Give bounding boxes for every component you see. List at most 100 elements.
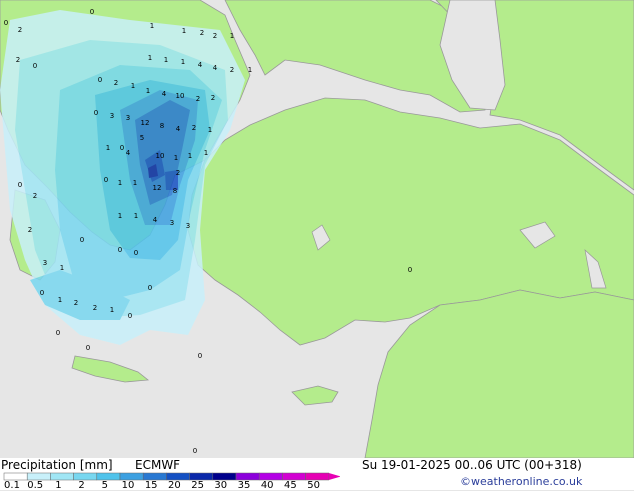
model-name: ECMWF [135,458,181,472]
map-value: 12 [153,184,162,192]
map-value: 1 [106,144,110,152]
color-scale-box [142,472,167,481]
map-value: 2 [74,299,78,307]
map-value: 1 [118,212,122,220]
credit: ©weatheronline.co.uk [460,475,583,488]
color-scale-tick: 0.5 [27,480,44,491]
map-value: 4 [162,90,167,98]
map-value: 2 [28,226,32,234]
map-value: 12 [141,119,150,127]
color-scale-tick: 2 [78,480,85,491]
color-scale-box [235,472,260,481]
map-value: 2 [16,56,20,64]
map-value: 3 [186,222,190,230]
map-value: 0 [98,76,102,84]
color-scale-box [3,472,28,481]
color-scale-tick: 10 [121,480,135,491]
map-value: 0 [4,19,8,27]
color-scale-box [166,472,190,481]
map-value: 0 [193,447,197,455]
map-value: 1 [148,54,152,62]
map-value: 4 [126,149,131,157]
color-scale-tick: 30 [214,480,228,491]
map-value: 1 [58,296,62,304]
color-scale-arrow [328,473,340,480]
map-value: 0 [134,249,138,257]
map-value: 10 [156,152,165,160]
map-value: 0 [118,246,122,254]
map-value: 1 [131,82,135,90]
map-value: 10 [176,92,185,100]
run-info: Su 19-01-2025 00..06 UTC (00+318) [362,458,582,472]
color-scale-boxes [3,472,340,481]
map-value: 1 [248,66,252,74]
map-value: 0 [128,312,132,320]
map-value: 2 [200,29,204,37]
map-value: 3 [110,112,114,120]
color-scale-box [212,472,237,481]
map-value: 1 [133,179,137,187]
map-value: 1 [146,87,150,95]
color-scale-box [73,472,98,481]
color-scale-tick: 35 [237,480,251,491]
map-value: 0 [18,181,22,189]
map-value: 1 [204,149,208,157]
color-scale-box [96,472,121,481]
map-value: 4 [176,125,181,133]
map-value: 8 [173,187,177,195]
map-value: 0 [40,289,44,297]
map-value: 0 [408,266,412,274]
color-scale-box [282,472,306,481]
map-value: 1 [164,56,168,64]
map-value: 0 [33,62,37,70]
color-scale-tick: 20 [168,480,181,491]
map-value: 2 [176,169,180,177]
map-value: 1 [188,152,192,160]
color-scale-tick: 1 [55,480,62,491]
map-value: 2 [18,26,22,34]
color-scale-tick: 0.1 [4,480,20,491]
precipitation-map: 1 1 2 2 1 0 2 0 2 0 1 1 1 4 4 2 1 0 2 1 … [0,0,634,458]
map-value: 2 [213,32,217,40]
color-scale-tick: 25 [191,480,204,491]
color-scale-tick: 5 [101,480,108,491]
map-value: 1 [150,22,154,30]
color-scale-box [258,472,283,481]
map-value: 1 [181,58,185,66]
map-value: 0 [104,176,108,184]
map-value: 0 [56,329,60,337]
map-value: 3 [43,259,47,267]
map-value: 0 [148,284,152,292]
map-value: 2 [192,124,196,132]
map-value: 1 [118,179,122,187]
map-value: 3 [126,114,130,122]
color-scale-box [189,472,214,481]
legend-footer: Precipitation [mm] ECMWF Su 19-01-2025 0… [0,458,634,491]
map-value: 8 [160,122,164,130]
map-value: 1 [134,212,138,220]
map-value: 2 [114,79,118,87]
color-scale-ticks: 0.1 0.5 1 2 5 10 15 20 25 30 35 40 45 50 [0,480,340,491]
map-value: 1 [182,27,186,35]
color-scale-tick: 50 [307,480,320,491]
color-scale-box [305,472,330,481]
color-scale-box [50,472,74,481]
map-value: 2 [93,304,97,312]
color-scale-tick: 45 [284,480,297,491]
color-scale-tick: 40 [260,480,274,491]
map-value: 0 [90,8,94,16]
map-value: 0 [86,344,90,352]
map-value: 0 [94,109,98,117]
map-value: 1 [110,306,114,314]
map-value: 5 [140,134,144,142]
map-value: 2 [196,95,200,103]
map-value: 0 [120,144,124,152]
color-scale-tick: 15 [144,480,158,491]
map-value: 4 [198,61,203,69]
map-value: 1 [174,154,178,162]
map-value: 1 [60,264,64,272]
map-value: 2 [230,66,234,74]
map-value: 1 [230,32,234,40]
legend-title: Precipitation [mm] [1,458,113,472]
color-scale-box [26,472,51,481]
